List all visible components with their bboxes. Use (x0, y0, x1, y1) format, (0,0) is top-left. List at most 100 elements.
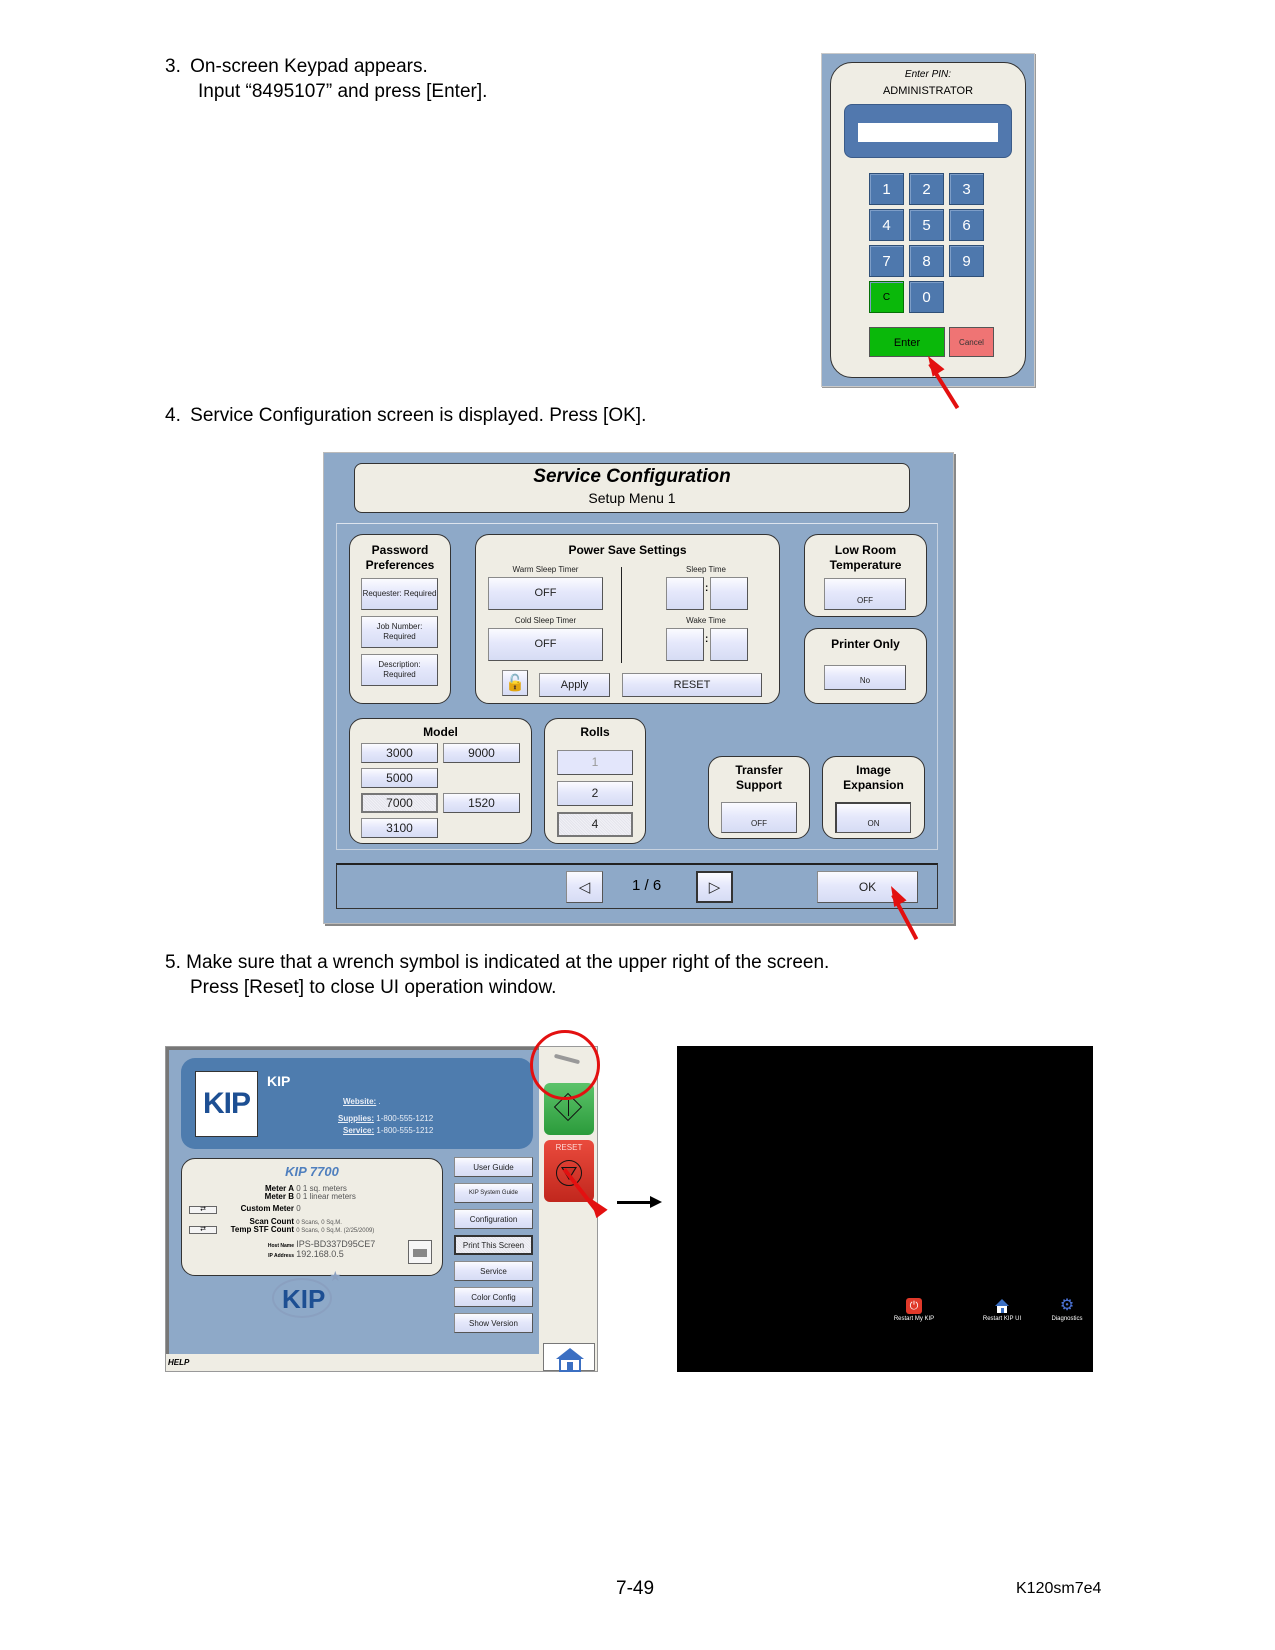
temp-stf-row: Temp STF Count 0 Scans, 0 Sq.M. (2/25/20… (219, 1225, 375, 1234)
key-9[interactable]: 9 (949, 245, 984, 277)
triangle-left-icon: ◁ (578, 878, 591, 896)
color-config-button[interactable]: Color Config (454, 1287, 533, 1307)
printer-model: KIP 7700 (285, 1164, 339, 1179)
pin-input[interactable] (858, 123, 998, 142)
print-this-screen-button[interactable]: Print This Screen (454, 1235, 533, 1255)
diagnostics-shortcut[interactable]: ⚙ Diagnostics (1037, 1298, 1097, 1323)
transfer-support-button[interactable]: OFF (721, 802, 797, 833)
custom-meter-value: 0 (296, 1204, 301, 1213)
temp-stf-swap-button[interactable]: ⇄ (189, 1226, 217, 1234)
requester-required-button[interactable]: Requester: Required (361, 578, 438, 610)
desktop-screen: ⏻ Restart My KIP Restart KIP UI ⚙ Diagno… (677, 1046, 1093, 1372)
meter-b-row: Meter B 0 1 linear meters (219, 1192, 356, 1201)
kip-logo: KIP (195, 1071, 258, 1137)
key-2[interactable]: 2 (909, 173, 944, 205)
group-title: Password Preferences (365, 543, 435, 572)
pin-display (844, 104, 1012, 158)
restart-kip-ui-shortcut[interactable]: Restart KIP UI (972, 1298, 1032, 1322)
service-value: 1-800-555-1212 (376, 1126, 434, 1135)
key-7[interactable]: 7 (869, 245, 904, 277)
key-clear[interactable]: C (869, 281, 904, 313)
sleep-time-label: Sleep Time (685, 565, 727, 574)
swap-arrows-icon: ⇄ (200, 1226, 206, 1233)
printer-only-button[interactable]: No (824, 665, 906, 690)
service-row: Service: 1-800-555-1212 (343, 1126, 433, 1135)
cold-sleep-timer-label: Cold Sleep Timer (514, 616, 577, 625)
keypad-panel: Enter PIN: ADMINISTRATOR 1 2 3 4 5 6 7 8… (830, 62, 1026, 378)
key-5[interactable]: 5 (909, 209, 944, 241)
meter-b-label: Meter B (264, 1192, 294, 1201)
next-page-button[interactable]: ▷ (696, 871, 733, 903)
job-number-required-button[interactable]: Job Number: Required (361, 616, 438, 648)
step-text: Input “8495107” and press [Enter]. (198, 81, 488, 102)
step-number: 3. (165, 56, 181, 77)
temp-stf-label: Temp STF Count (230, 1225, 294, 1234)
power-icon: ⏻ (906, 1298, 922, 1314)
rolls-1-button[interactable]: 1 (557, 750, 633, 775)
service-config-subtitle: Setup Menu 1 (588, 490, 676, 506)
custom-meter-swap-button[interactable]: ⇄ (189, 1206, 217, 1214)
website-label[interactable]: Website: (343, 1097, 376, 1106)
help-label[interactable]: HELP (168, 1358, 189, 1367)
key-4[interactable]: 4 (869, 209, 904, 241)
key-3[interactable]: 3 (949, 173, 984, 205)
divider (621, 567, 622, 663)
time-separator: : (705, 583, 709, 594)
step-5: 5. Make sure that a wrench symbol is ind… (165, 950, 829, 1000)
home-button[interactable] (543, 1343, 595, 1372)
sleep-time-hour-field[interactable] (666, 577, 704, 610)
host-name-value: IPS-BD337D95CE7 (296, 1239, 376, 1249)
service-configuration-screen: Service Configuration Setup Menu 1 Passw… (323, 452, 954, 924)
cold-sleep-timer-button[interactable]: OFF (488, 628, 603, 661)
configuration-button[interactable]: Configuration (454, 1209, 533, 1229)
page-navigation-bar: ◁ 1 / 6 ▷ OK (336, 863, 938, 909)
rolls-2-button[interactable]: 2 (557, 781, 633, 806)
settings-area: Password Preferences Requester: Required… (336, 523, 938, 850)
model-7000-button[interactable]: 7000 (361, 793, 438, 813)
previous-page-button[interactable]: ◁ (566, 871, 603, 903)
sleep-time-minute-field[interactable] (710, 577, 748, 610)
image-expansion-button[interactable]: ON (835, 802, 911, 833)
service-button[interactable]: Service (454, 1261, 533, 1281)
highlight-circle (530, 1030, 600, 1100)
kip-system-guide-button[interactable]: KIP System Guide (454, 1183, 533, 1203)
house-icon (994, 1298, 1010, 1314)
restart-my-kip-shortcut[interactable]: ⏻ Restart My KIP (884, 1298, 944, 1322)
shortcut-label: Restart My KIP (893, 1316, 935, 1322)
reset-label: RESET (555, 1143, 583, 1152)
ip-address-value: 192.168.0.5 (296, 1249, 344, 1259)
model-9000-button[interactable]: 9000 (443, 743, 520, 763)
key-0[interactable]: 0 (909, 281, 944, 313)
apply-button[interactable]: Apply (539, 673, 610, 697)
model-3000-button[interactable]: 3000 (361, 743, 438, 763)
keypad-title: Enter PIN: (904, 69, 952, 80)
model-3100-button[interactable]: 3100 (361, 818, 438, 838)
page-number: 7-49 (616, 1578, 655, 1599)
supplies-label: Supplies: (338, 1114, 375, 1123)
step-text: Service Configuration screen is displaye… (190, 405, 647, 426)
low-room-temperature-button[interactable]: OFF (824, 578, 906, 610)
step-4: 4. Service Configuration screen is displ… (165, 403, 646, 428)
website-row: Website: . (343, 1097, 381, 1106)
low-room-temperature-group: Low Room Temperature OFF (804, 534, 927, 617)
rolls-group: Rolls 1 2 4 (544, 718, 646, 844)
cancel-button[interactable]: Cancel (949, 327, 994, 357)
model-5000-button[interactable]: 5000 (361, 768, 438, 788)
key-1[interactable]: 1 (869, 173, 904, 205)
service-config-title: Service Configuration (533, 466, 731, 487)
rolls-4-button[interactable]: 4 (557, 812, 633, 837)
wake-time-hour-field[interactable] (666, 628, 704, 661)
star-icon: ★ (329, 1268, 342, 1284)
warm-sleep-timer-button[interactable]: OFF (488, 577, 603, 610)
printer-icon[interactable] (408, 1240, 432, 1264)
key-6[interactable]: 6 (949, 209, 984, 241)
model-1520-button[interactable]: 1520 (443, 793, 520, 813)
key-8[interactable]: 8 (909, 245, 944, 277)
show-version-button[interactable]: Show Version (454, 1313, 533, 1333)
lock-toggle-button[interactable]: 🔓 (502, 670, 528, 696)
power-save-reset-button[interactable]: RESET (622, 673, 762, 697)
reset-button[interactable]: RESET (544, 1140, 594, 1202)
user-guide-button[interactable]: User Guide (454, 1157, 533, 1177)
description-required-button[interactable]: Description: Required (361, 654, 438, 686)
wake-time-minute-field[interactable] (710, 628, 748, 661)
